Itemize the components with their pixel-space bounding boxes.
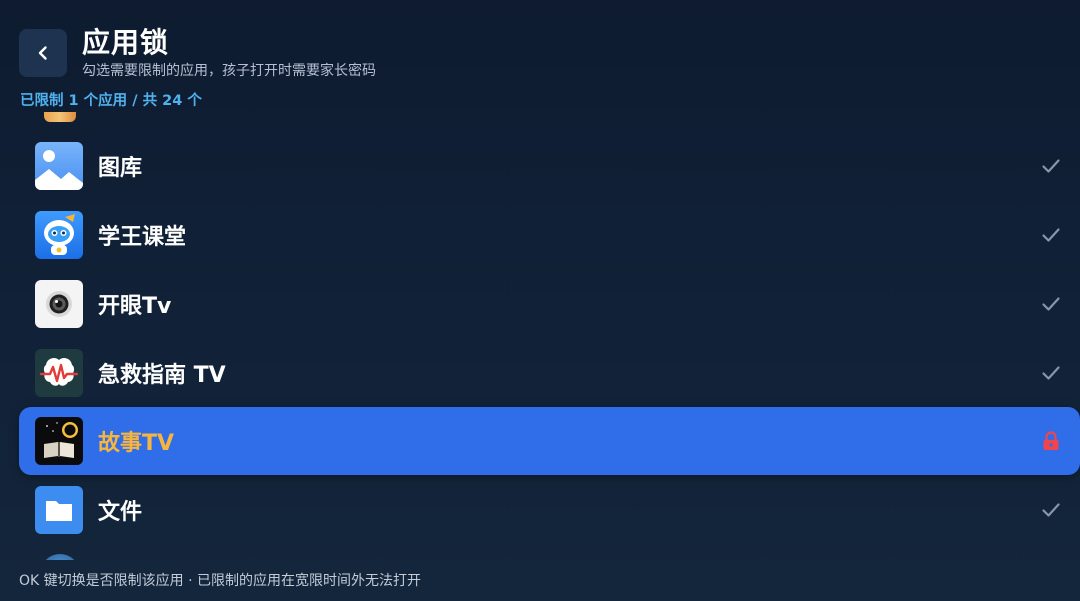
- check-icon: [1040, 155, 1062, 177]
- app-row-kaiyan-tv[interactable]: 开眼Tv: [19, 270, 1080, 338]
- page-subtitle: 勾选需要限制的应用，孩子打开时需要家长密码: [82, 63, 376, 79]
- restricted-count: 已限制 1 个应用 / 共 24 个: [20, 93, 202, 109]
- app-row-xuewang-classroom[interactable]: 学王课堂: [19, 201, 1080, 269]
- app-name: 急救指南 TV: [98, 363, 226, 388]
- story-tv-icon: [35, 417, 83, 465]
- check-icon: [1040, 499, 1062, 521]
- app-row-gallery[interactable]: 图库: [19, 132, 1080, 200]
- check-icon: [1040, 362, 1062, 384]
- files-icon: [35, 486, 83, 534]
- check-icon: [1040, 224, 1062, 246]
- page-title: 应用锁: [82, 26, 170, 59]
- partial-app-icon-below: [40, 554, 80, 560]
- first-aid-guide-icon: [35, 349, 83, 397]
- back-button[interactable]: [19, 29, 67, 77]
- app-name: 图库: [98, 156, 143, 181]
- lock-icon: [1040, 430, 1062, 452]
- xuewang-classroom-icon: [35, 211, 83, 259]
- app-row-story-tv[interactable]: 故事TV: [19, 407, 1080, 475]
- app-row-files[interactable]: 文件: [19, 476, 1080, 544]
- app-name: 学王课堂: [98, 225, 187, 250]
- app-name: 文件: [98, 500, 143, 525]
- footer-hint: OK 键切换是否限制该应用 · 已限制的应用在宽限时间外无法打开: [19, 573, 421, 589]
- check-icon: [1040, 293, 1062, 315]
- app-name: 故事TV: [98, 431, 175, 456]
- chevron-left-icon: [38, 46, 47, 60]
- app-name: 开眼Tv: [98, 294, 172, 319]
- gallery-icon: [35, 142, 83, 190]
- partial-app-icon-above: [44, 112, 76, 122]
- app-row-first-aid-guide[interactable]: 急救指南 TV: [19, 339, 1080, 407]
- app-list[interactable]: 图库 学王课堂 开眼Tv 急救指南 TV 故事TV 文件: [0, 112, 1080, 560]
- kaiyan-tv-icon: [35, 280, 83, 328]
- app-lock-screen: 应用锁 勾选需要限制的应用，孩子打开时需要家长密码 已限制 1 个应用 / 共 …: [0, 0, 1080, 601]
